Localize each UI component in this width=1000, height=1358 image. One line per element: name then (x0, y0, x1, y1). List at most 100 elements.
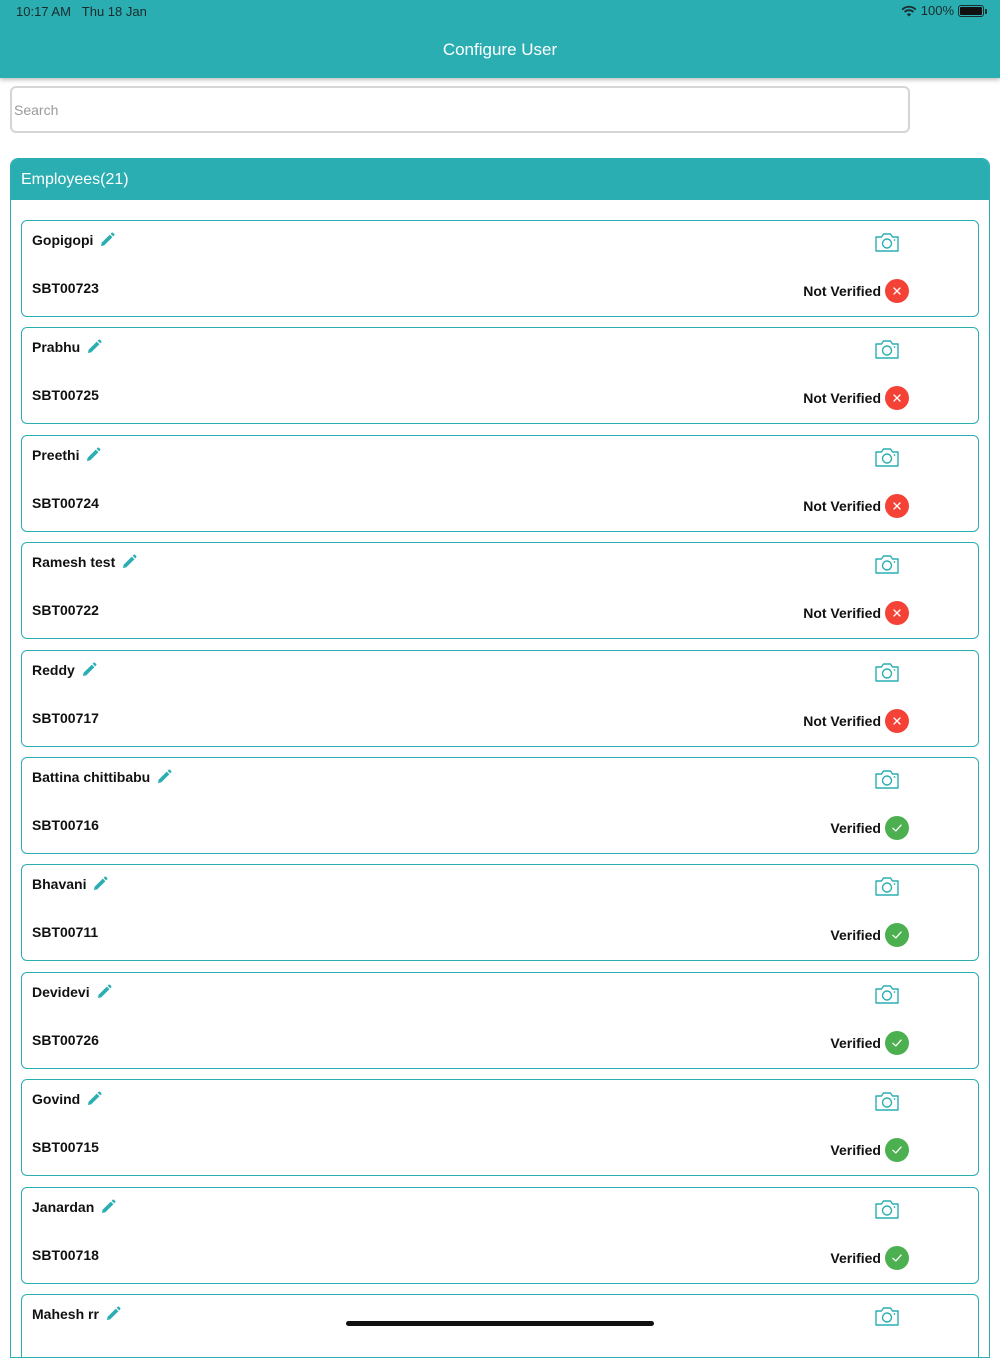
pencil-icon[interactable] (86, 1091, 102, 1107)
status-time-text: 10:17 AM (16, 4, 71, 19)
verification-status: Verified (830, 923, 909, 948)
employee-card[interactable]: Preethi SBT00724 Not Verified (21, 434, 979, 532)
pencil-icon[interactable] (100, 1199, 116, 1215)
employee-name-row: Prabhu (32, 339, 102, 355)
pencil-icon[interactable] (99, 232, 115, 248)
employee-card[interactable]: Prabhu SBT00725 Not Verified (21, 327, 979, 425)
employee-name: Reddy (32, 661, 75, 678)
employee-card[interactable]: Reddy SBT00717 Not Verified (21, 649, 979, 747)
verification-status-label: Not Verified (803, 605, 881, 622)
pencil-icon[interactable] (81, 662, 97, 678)
employee-name: Janardan (32, 1198, 95, 1215)
employee-name-row: Devidevi (32, 984, 112, 1000)
pencil-icon[interactable] (156, 769, 172, 785)
pencil-icon[interactable] (105, 1306, 121, 1322)
verification-status: Verified (830, 1030, 909, 1055)
status-bar-right: 100% (901, 3, 987, 18)
pencil-icon[interactable] (96, 984, 112, 1000)
camera-icon[interactable] (874, 768, 900, 790)
camera-icon[interactable] (874, 446, 900, 468)
employee-id: SBT00711 (32, 924, 99, 941)
verification-status: Not Verified (803, 279, 909, 303)
check-circle-icon (885, 1138, 909, 1163)
employee-name-row: Gopigopi (32, 232, 115, 248)
employee-id: SBT00722 (32, 602, 99, 619)
verification-status-label: Not Verified (803, 283, 881, 299)
check-circle-icon (885, 815, 909, 840)
employee-card[interactable]: Govind SBT00715 Verified (21, 1079, 979, 1177)
camera-icon[interactable] (874, 553, 900, 575)
employee-card[interactable]: Gopigopi SBT00723 Not Verified (21, 220, 979, 317)
employee-id: SBT00717 (32, 709, 99, 726)
employee-name-row: Ramesh test (32, 554, 137, 570)
employee-name: Govind (32, 1091, 81, 1108)
employee-name: Ramesh test (32, 554, 116, 571)
pencil-icon[interactable] (86, 339, 102, 355)
verification-status-label: Verified (830, 819, 881, 836)
page-title: Configure User (442, 40, 558, 59)
camera-icon[interactable] (874, 231, 900, 253)
employee-id: SBT00724 (32, 494, 99, 511)
verification-status: Not Verified (803, 386, 909, 411)
employee-card[interactable]: Janardan SBT00718 Verified (21, 1186, 979, 1284)
pencil-icon[interactable] (92, 876, 108, 892)
employee-name: Bhavani (32, 876, 87, 893)
employee-name-row: Bhavani (32, 876, 108, 892)
camera-icon[interactable] (874, 983, 900, 1005)
battery-icon (958, 4, 987, 17)
employee-name: Preethi (32, 446, 80, 463)
employee-name-row: Reddy (32, 662, 97, 678)
camera-icon[interactable] (874, 1198, 900, 1220)
verification-status: Not Verified (803, 708, 909, 733)
verification-status: Not Verified (803, 601, 909, 626)
employee-name: Devidevi (32, 983, 90, 1000)
camera-icon[interactable] (874, 1305, 900, 1327)
employee-id: SBT00716 (32, 816, 99, 833)
verification-status-label: Not Verified (803, 712, 881, 729)
employee-name: Gopigopi (32, 232, 94, 248)
verification-status-label: Verified (830, 1034, 881, 1051)
employee-card[interactable]: Battina chittibabu SBT00716 Verified (21, 756, 979, 854)
x-circle-icon (885, 493, 909, 518)
employee-name-row: Preethi (32, 447, 101, 463)
employee-name: Battina chittibabu (32, 768, 151, 785)
camera-icon[interactable] (874, 661, 900, 683)
camera-icon[interactable] (874, 1090, 900, 1112)
employee-card[interactable]: Bhavani SBT00711 Verified (21, 864, 979, 962)
x-circle-icon (885, 386, 909, 411)
employee-id: SBT00725 (32, 387, 99, 404)
employees-panel: Employees(21) Gopigopi SBT00723 Not Verifi… (10, 158, 990, 1358)
pencil-icon[interactable] (85, 447, 101, 463)
x-circle-icon (885, 601, 909, 626)
check-circle-icon (885, 1245, 909, 1270)
verification-status-label: Verified (830, 1249, 881, 1266)
employee-card[interactable]: Devidevi SBT00726 Verified (21, 971, 979, 1069)
verification-status: Verified (830, 1138, 909, 1163)
pencil-icon[interactable] (121, 554, 137, 570)
verification-status-label: Not Verified (803, 497, 881, 514)
employee-id: SBT00723 (32, 280, 99, 296)
employee-name-row: Mahesh rr (32, 1306, 121, 1322)
employee-list: Gopigopi SBT00723 Not Verified Prabhu SBT007… (21, 220, 979, 1357)
employee-id: SBT00718 (32, 1246, 99, 1263)
employee-id: SBT00715 (32, 1139, 99, 1156)
camera-icon[interactable] (874, 338, 900, 360)
employee-name: Prabhu (32, 339, 81, 356)
battery-percent: 100% (920, 3, 954, 18)
employee-name-row: Battina chittibabu (32, 769, 172, 785)
camera-icon[interactable] (874, 875, 900, 897)
status-date-text: Thu 18 Jan (81, 4, 147, 19)
employee-card[interactable]: Ramesh test SBT00722 Not Verified (21, 542, 979, 640)
verification-status: Verified (830, 815, 909, 840)
verification-status-label: Verified (830, 927, 881, 944)
verification-status-label: Verified (830, 1142, 881, 1159)
employees-panel-title: Employees(21) (11, 159, 989, 200)
employee-name: Mahesh rr (32, 1305, 99, 1322)
employee-name-row: Govind (32, 1091, 102, 1107)
x-circle-icon (885, 279, 909, 303)
status-bar-time: 10:17 AM Thu 18 Jan (16, 4, 147, 19)
employee-id: SBT00726 (32, 1031, 99, 1048)
verification-status-label: Not Verified (803, 390, 881, 407)
search-input[interactable] (10, 86, 910, 133)
x-circle-icon (885, 708, 909, 733)
